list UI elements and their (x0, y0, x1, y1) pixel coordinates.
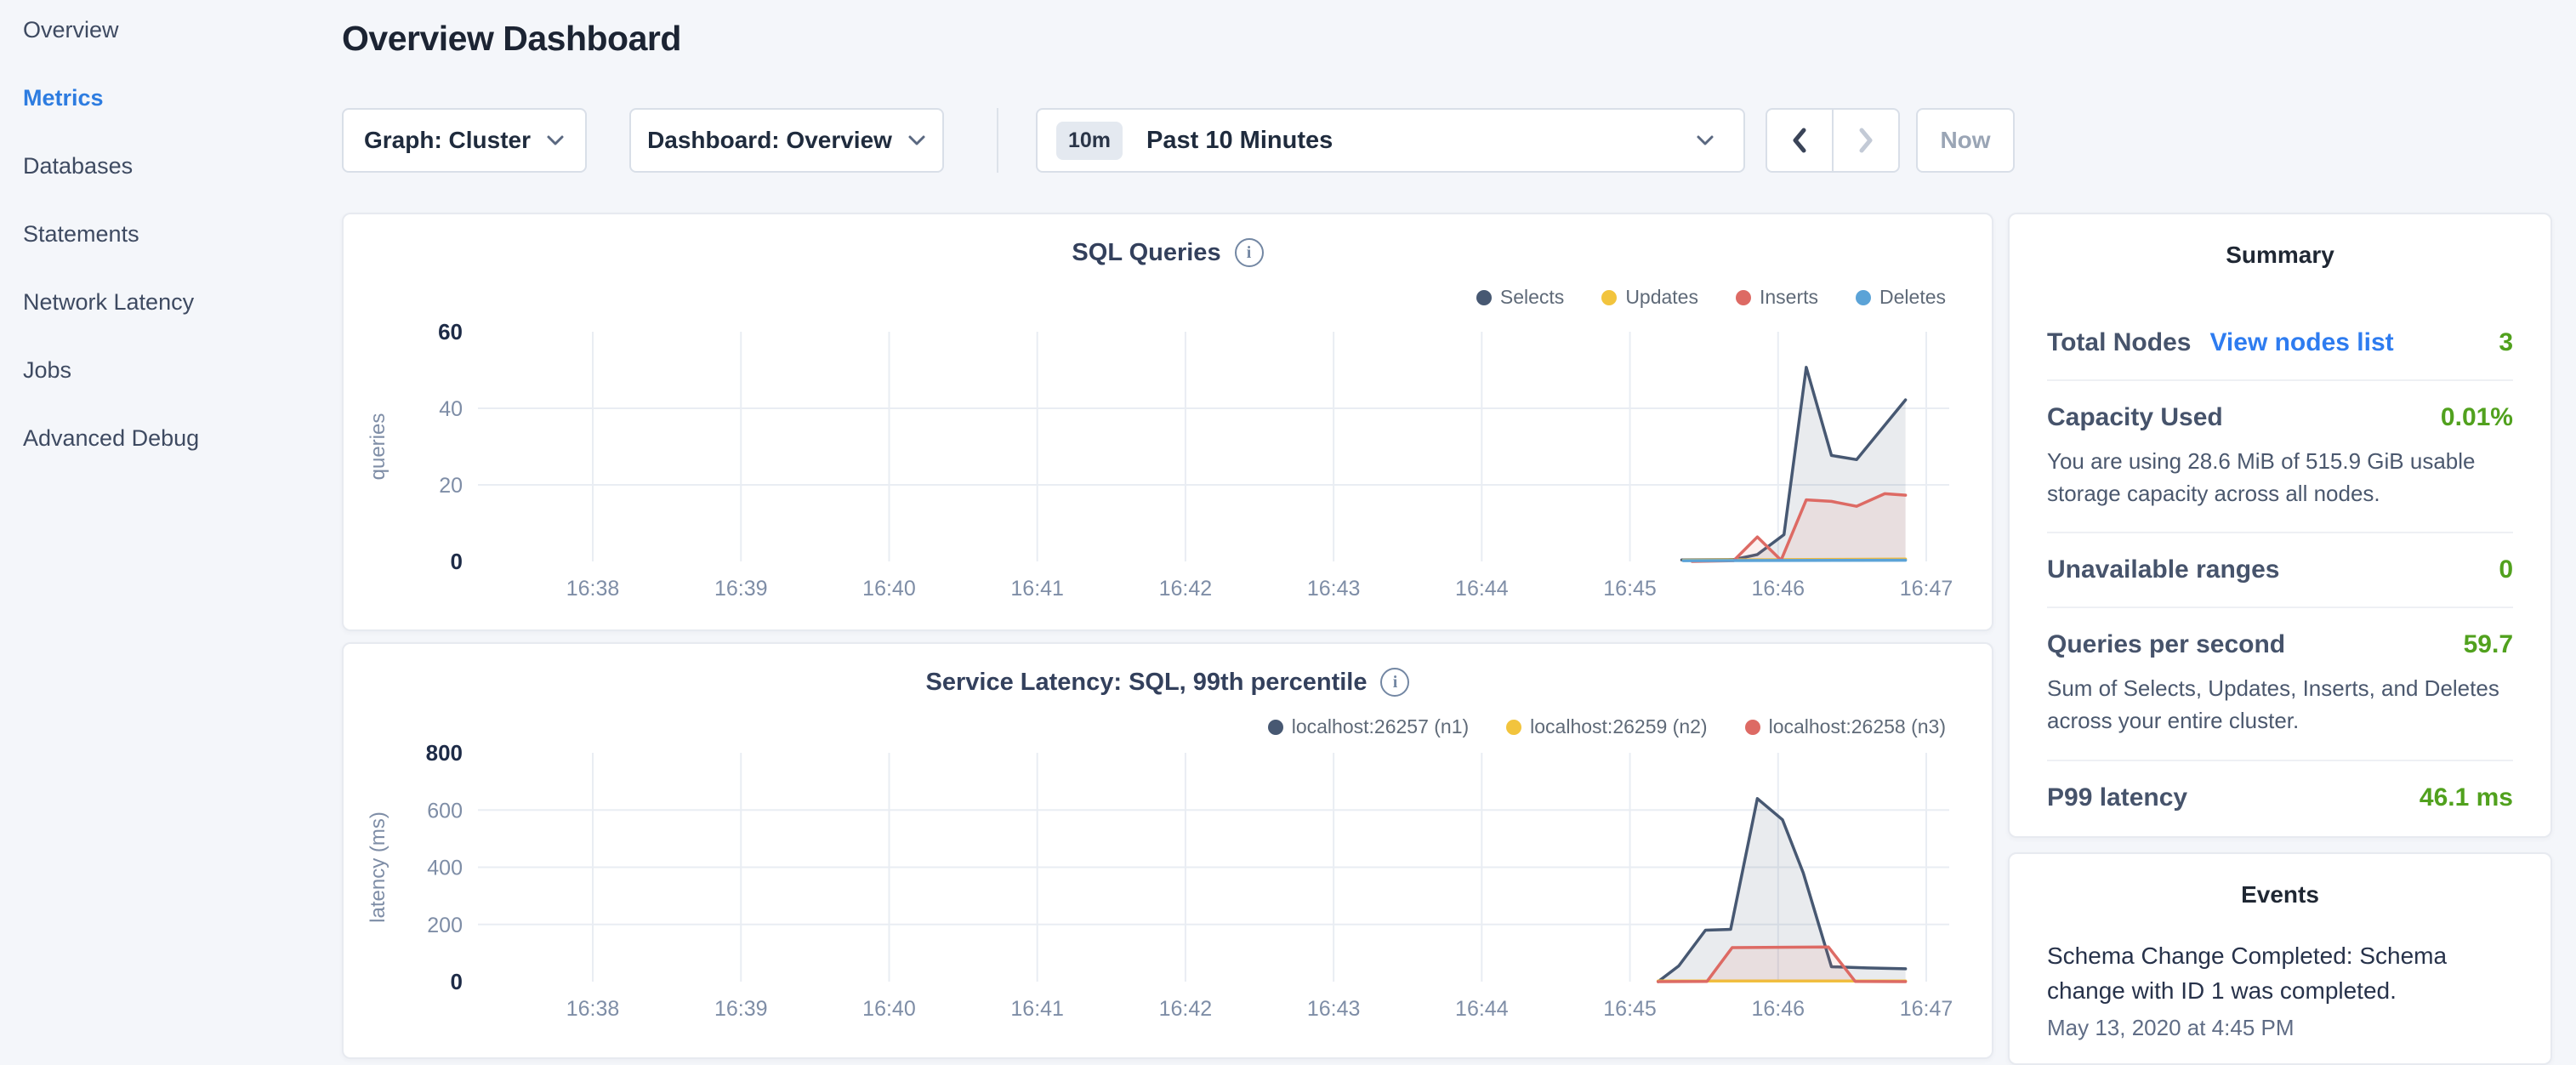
now-button[interactable]: Now (1916, 108, 2015, 173)
sql-queries-chart-card: SQL Queries i SelectsUpdatesInsertsDelet… (342, 213, 1993, 631)
svg-text:16:40: 16:40 (862, 997, 916, 1021)
unavailable-ranges-label: Unavailable ranges (2047, 555, 2279, 584)
svg-text:20: 20 (439, 474, 463, 498)
graph-dropdown[interactable]: Graph: Cluster (342, 108, 587, 173)
total-nodes-value: 3 (2499, 328, 2513, 357)
summary-row-capacity: Capacity Used 0.01% You are using 28.6 M… (2047, 379, 2513, 532)
event-timestamp: May 13, 2020 at 4:45 PM (2047, 1015, 2513, 1041)
svg-text:16:44: 16:44 (1455, 577, 1509, 601)
chevron-right-icon (1858, 128, 1874, 153)
unavailable-ranges-value: 0 (2499, 555, 2513, 584)
time-range-select[interactable]: 10m Past 10 Minutes (1036, 108, 1745, 173)
capacity-used-value: 0.01% (2441, 403, 2513, 432)
svg-text:16:40: 16:40 (862, 577, 916, 601)
summary-panel: Summary Total Nodes View nodes list 3 Ca… (2008, 213, 2552, 838)
chevron-down-icon (546, 134, 565, 146)
svg-text:queries: queries (367, 413, 390, 481)
svg-text:16:46: 16:46 (1751, 577, 1805, 601)
sidebar-item-databases[interactable]: Databases (23, 153, 133, 179)
svg-text:16:47: 16:47 (1900, 577, 1953, 601)
dashboard-dropdown[interactable]: Dashboard: Overview (629, 108, 944, 173)
page-title: Overview Dashboard (342, 19, 681, 59)
svg-text:16:45: 16:45 (1603, 577, 1657, 601)
summary-row-qps: Queries per second 59.7 Sum of Selects, … (2047, 607, 2513, 759)
sidebar-item-overview[interactable]: Overview (23, 17, 119, 43)
svg-text:16:42: 16:42 (1159, 577, 1213, 601)
sidebar-item-jobs[interactable]: Jobs (23, 357, 71, 384)
svg-text:800: 800 (426, 740, 463, 766)
svg-text:16:39: 16:39 (714, 997, 768, 1021)
svg-text:16:39: 16:39 (714, 577, 768, 601)
svg-text:600: 600 (427, 799, 463, 823)
chevron-down-icon (907, 134, 926, 146)
time-range-badge: 10m (1056, 122, 1123, 160)
capacity-used-description: You are using 28.6 MiB of 515.9 GiB usab… (2047, 446, 2513, 510)
time-range-label: Past 10 Minutes (1146, 127, 1333, 155)
svg-text:16:44: 16:44 (1455, 997, 1509, 1021)
sidebar-item-network-latency[interactable]: Network Latency (23, 289, 194, 316)
sidebar-item-statements[interactable]: Statements (23, 221, 139, 248)
toolbar-divider (997, 108, 998, 173)
svg-text:400: 400 (427, 857, 463, 880)
svg-text:0: 0 (451, 549, 463, 574)
svg-text:16:45: 16:45 (1603, 997, 1657, 1021)
svg-text:60: 60 (438, 319, 463, 345)
time-step-buttons (1766, 108, 1900, 173)
svg-text:latency (ms): latency (ms) (367, 812, 390, 923)
now-button-label: Now (1940, 127, 1990, 154)
svg-text:16:47: 16:47 (1900, 997, 1953, 1021)
dashboard-dropdown-label: Dashboard: Overview (647, 127, 892, 154)
chevron-left-icon (1792, 128, 1807, 153)
svg-text:40: 40 (439, 397, 463, 421)
svg-text:16:42: 16:42 (1159, 997, 1213, 1021)
next-time-button[interactable] (1832, 110, 1898, 171)
summary-row-unavailable-ranges: Unavailable ranges 0 (2047, 532, 2513, 607)
svg-text:16:43: 16:43 (1307, 997, 1361, 1021)
service-latency-chart[interactable]: 16:38 16:39 16:40 16:41 16:42 16:43 16:44 16:45… (344, 644, 1995, 1059)
qps-description: Sum of Selects, Updates, Inserts, and De… (2047, 673, 2513, 737)
graph-dropdown-label: Graph: Cluster (364, 127, 531, 154)
capacity-used-label: Capacity Used (2047, 403, 2223, 432)
summary-title: Summary (2010, 242, 2550, 269)
svg-text:16:38: 16:38 (566, 577, 620, 601)
sidebar-item-advanced-debug[interactable]: Advanced Debug (23, 425, 199, 452)
svg-text:16:46: 16:46 (1751, 997, 1805, 1021)
summary-row-total-nodes: Total Nodes View nodes list 3 (2047, 306, 2513, 379)
event-text: Schema Change Completed: Schema change w… (2047, 939, 2513, 1008)
sidebar-item-metrics[interactable]: Metrics (23, 85, 104, 111)
summary-row-p99: P99 latency 46.1 ms (2047, 760, 2513, 834)
sql-queries-chart[interactable]: 16:38 16:39 16:40 16:41 16:42 16:43 16:44 16:45… (344, 214, 1995, 633)
qps-label: Queries per second (2047, 630, 2285, 659)
event-list-item[interactable]: Schema Change Completed: Schema change w… (2047, 939, 2513, 1041)
svg-text:16:41: 16:41 (1010, 577, 1064, 601)
prev-time-button[interactable] (1767, 110, 1832, 171)
svg-text:0: 0 (451, 969, 463, 994)
svg-text:200: 200 (427, 914, 463, 937)
svg-text:16:43: 16:43 (1307, 577, 1361, 601)
total-nodes-label: Total Nodes (2047, 328, 2191, 357)
view-nodes-list-link[interactable]: View nodes list (2209, 328, 2393, 357)
chevron-down-icon (1696, 134, 1714, 146)
service-latency-chart-card: Service Latency: SQL, 99th percentile i … (342, 642, 1993, 1059)
p99-latency-label: P99 latency (2047, 783, 2187, 812)
events-panel: Events Schema Change Completed: Schema c… (2008, 852, 2552, 1065)
events-title: Events (2010, 881, 2550, 908)
qps-value: 59.7 (2464, 630, 2513, 659)
svg-text:16:41: 16:41 (1010, 997, 1064, 1021)
p99-latency-value: 46.1 ms (2420, 783, 2513, 812)
svg-text:16:38: 16:38 (566, 997, 620, 1021)
